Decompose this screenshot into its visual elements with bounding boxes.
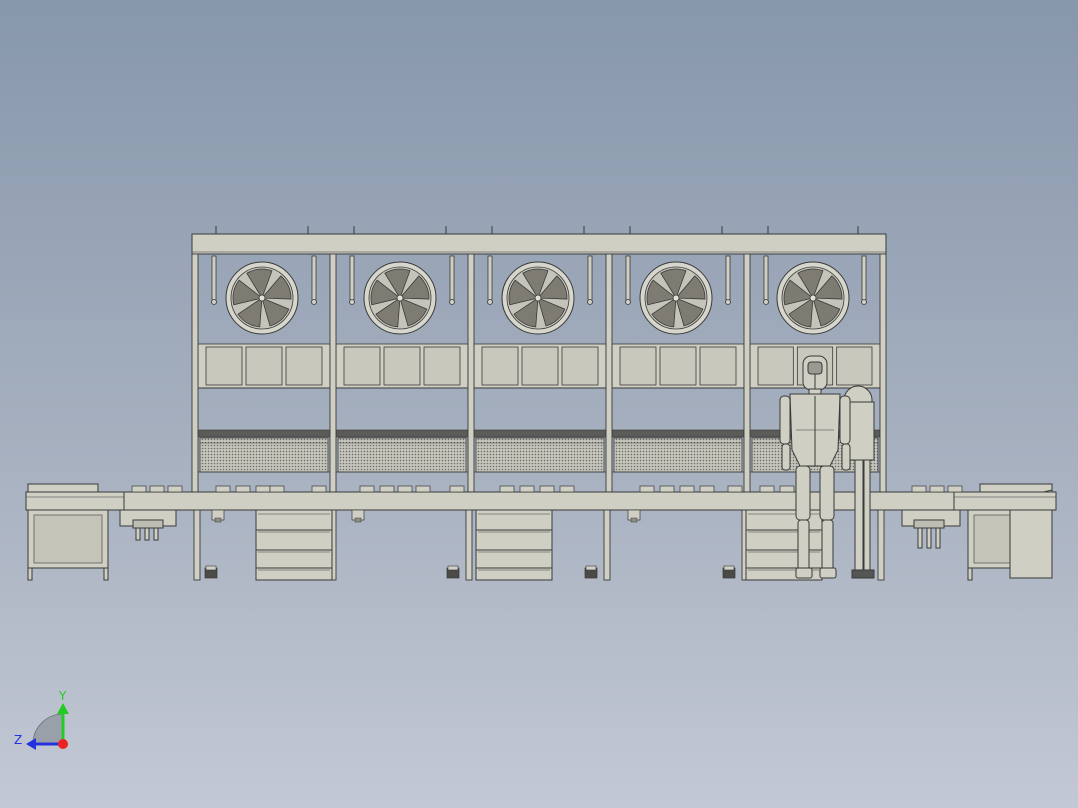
drawer-cabinet [255, 509, 333, 581]
work-bay [335, 226, 469, 473]
parts-bin [699, 346, 737, 386]
parts-bin [423, 346, 461, 386]
ceiling-fan [776, 261, 850, 335]
work-bay [197, 226, 331, 473]
parts-bin [343, 346, 381, 386]
work-bay [611, 226, 745, 473]
left-motor-unit [119, 509, 177, 541]
ceiling-fan [225, 261, 299, 335]
parts-bin [245, 346, 283, 386]
parts-bin [757, 346, 794, 386]
parts-bin [836, 346, 873, 386]
parts-bin [619, 346, 657, 386]
conveyor-table [25, 491, 1057, 511]
top-beam [191, 233, 887, 255]
parts-bin [521, 346, 559, 386]
parts-bin [205, 346, 243, 386]
parts-bin [659, 346, 697, 386]
right-motor-unit [901, 509, 961, 549]
ceiling-fan [501, 261, 575, 335]
parts-bin [285, 346, 323, 386]
assembly-line-drawing: Y Z [14, 226, 1057, 750]
view-orientation-triad[interactable]: Y Z [14, 689, 69, 750]
ceiling-fan [363, 261, 437, 335]
parts-bin [561, 346, 599, 386]
parts-bin [383, 346, 421, 386]
y-axis-label: Y [58, 689, 67, 703]
drawer-cabinets [255, 509, 823, 581]
work-bay [473, 226, 607, 473]
ceiling-fan [639, 261, 713, 335]
z-axis-label: Z [14, 733, 22, 747]
parts-bin [481, 346, 519, 386]
drawer-cabinet [475, 509, 553, 581]
work-bays [197, 226, 881, 473]
conveyor-fixtures [131, 485, 963, 493]
cad-viewport[interactable]: Y Z [0, 0, 1078, 808]
